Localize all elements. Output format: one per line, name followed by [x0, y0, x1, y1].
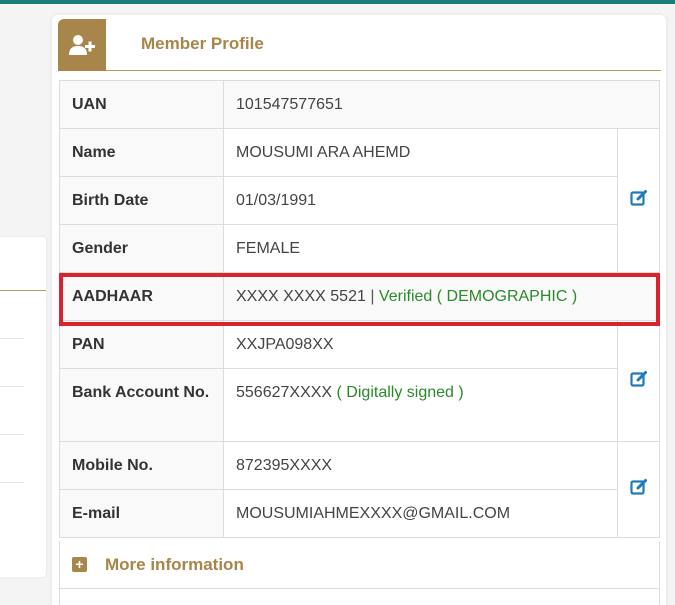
aadhaar-number: XXXX XXXX 5521 — [236, 287, 366, 305]
edit-icon — [629, 479, 647, 495]
bank-digitally-signed-status: ( Digitally signed ) — [336, 384, 464, 401]
table-row: Gender FEMALE — [59, 224, 660, 273]
aadhaar-value-cell: XXXX XXXX 5521 | Verified ( DEMOGRAPHIC … — [223, 272, 660, 321]
mobile-label: Mobile No. — [59, 441, 224, 490]
edit-icon — [629, 190, 647, 206]
name-value: MOUSUMI ARA AHEMD — [223, 128, 618, 177]
left-panel-row — [0, 339, 24, 387]
edit-icon — [629, 370, 647, 387]
left-panel-row — [0, 387, 24, 435]
table-row: E-mail MOUSUMIAHMEXXXX@GMAIL.COM — [59, 489, 660, 538]
more-information-label: More information — [105, 554, 244, 574]
bank-account-value-cell: 556627XXXX ( Digitally signed ) — [223, 368, 618, 442]
edit-kyc-button[interactable] — [617, 320, 660, 442]
edit-contact-button[interactable] — [617, 441, 660, 538]
plus-square-icon: + — [72, 557, 87, 572]
card-title: Member Profile — [141, 34, 264, 53]
top-accent-bar — [0, 0, 675, 4]
table-row: Name MOUSUMI ARA AHEMD — [59, 128, 660, 273]
table-row: Birth Date 01/03/1991 — [59, 176, 660, 225]
member-profile-card: Member Profile UAN 101547577651 Name MOU… — [52, 15, 666, 605]
gender-label: Gender — [59, 224, 224, 273]
aadhaar-separator: | — [370, 287, 375, 305]
birth-date-value: 01/03/1991 — [223, 176, 618, 225]
left-panel-row — [0, 291, 24, 339]
table-row: Bank Account No. 556627XXXX ( Digitally … — [59, 368, 660, 442]
add-user-icon — [58, 19, 106, 71]
profile-table: UAN 101547577651 Name MOUSUMI ARA AHEMD … — [59, 80, 660, 538]
table-row: PAN XXJPA098XX — [59, 320, 660, 442]
email-label: E-mail — [59, 489, 224, 538]
pan-label: PAN — [59, 320, 224, 369]
aadhaar-verified-status: Verified ( DEMOGRAPHIC ) — [378, 287, 578, 305]
bank-account-label: Bank Account No. — [59, 368, 224, 442]
gender-value: FEMALE — [223, 224, 618, 273]
table-row: Mobile No. 872395XXXX — [59, 441, 660, 538]
email-value: MOUSUMIAHMEXXXX@GMAIL.COM — [223, 489, 618, 538]
card-header: Member Profile — [58, 19, 661, 71]
table-row: AADHAAR XXXX XXXX 5521 | Verified ( DEMO… — [59, 272, 660, 321]
pan-value: XXJPA098XX — [223, 320, 618, 369]
mobile-value: 872395XXXX — [223, 441, 618, 490]
name-label: Name — [59, 128, 224, 177]
table-row: UAN 101547577651 — [59, 80, 660, 129]
aadhaar-label: AADHAAR — [59, 272, 224, 321]
birth-date-label: Birth Date — [59, 176, 224, 225]
left-panel-header — [0, 237, 46, 291]
uan-label: UAN — [59, 80, 224, 129]
table-row — [59, 589, 660, 605]
left-side-panel — [0, 237, 46, 577]
left-panel-row — [0, 435, 24, 483]
edit-personal-button[interactable] — [617, 128, 660, 273]
bank-account-number: 556627XXXX — [236, 384, 333, 401]
more-information-toggle[interactable]: + More information — [59, 541, 660, 589]
uan-value: 101547577651 — [223, 80, 660, 129]
